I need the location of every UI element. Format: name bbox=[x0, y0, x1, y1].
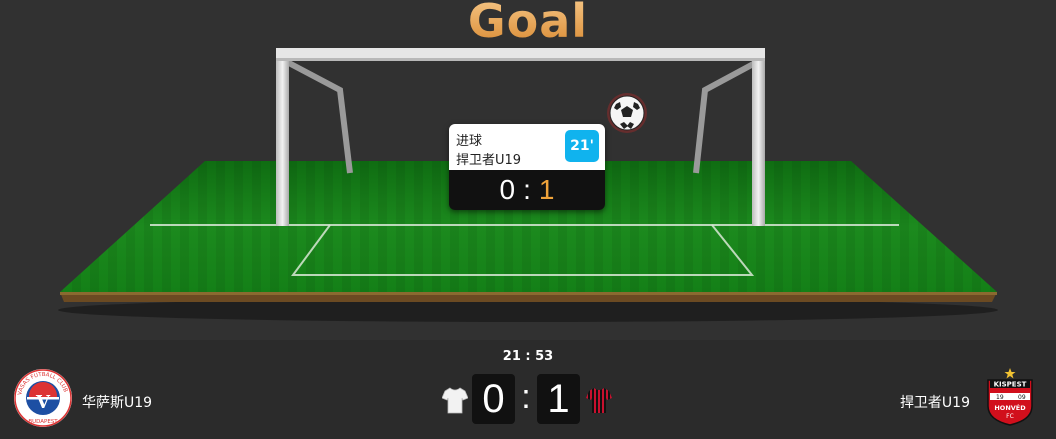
popup-score: 0 : 1 bbox=[449, 170, 605, 210]
away-team-logo: KISPEST 19 09 HONVÉD FC bbox=[984, 366, 1036, 426]
event-type-label: 进球 bbox=[456, 134, 483, 149]
score-separator: : bbox=[521, 378, 531, 416]
away-logo-name-text: HONVÉD bbox=[994, 403, 1026, 412]
red-black-striped-shirt-icon bbox=[586, 386, 612, 414]
goal-right-post bbox=[752, 48, 765, 226]
goal-event-popup: 进球 捍卫者U19 21' 0 : 1 bbox=[449, 124, 605, 210]
away-logo-year-right: 09 bbox=[1018, 394, 1026, 401]
popup-home-score: 0 bbox=[499, 174, 516, 205]
event-minute-badge: 21' bbox=[565, 130, 599, 162]
home-logo-letter: V bbox=[35, 392, 51, 413]
home-team-name: 华萨斯U19 bbox=[82, 395, 153, 411]
soccer-ball-icon bbox=[606, 92, 648, 134]
popup-score-separator: : bbox=[523, 174, 531, 205]
white-shirt-icon bbox=[441, 386, 469, 414]
away-logo-fc-text: FC bbox=[1006, 413, 1014, 420]
home-score: 0 bbox=[472, 374, 515, 424]
away-logo-top-text: KISPEST bbox=[994, 381, 1027, 389]
goal-title: Goal bbox=[0, 0, 1056, 48]
home-logo-city-text: BUDAPEST bbox=[28, 419, 58, 425]
goal-animation-stage: Goal 进球 捍卫者U19 21' 0 : 1 bbox=[0, 0, 1056, 340]
event-team-label: 捍卫者U19 bbox=[456, 153, 522, 168]
away-logo-year-left: 19 bbox=[996, 394, 1004, 401]
goal-left-post bbox=[276, 48, 289, 226]
scoreboard-bar: 21 : 53 VASAS FUTBALL CLUB BUDAPEST V 华萨… bbox=[0, 340, 1056, 439]
home-team-logo: VASAS FUTBALL CLUB BUDAPEST V bbox=[13, 368, 73, 428]
away-score: 1 bbox=[537, 374, 580, 424]
popup-away-score: 1 bbox=[538, 174, 555, 205]
away-team-name: 捍卫者U19 bbox=[899, 395, 970, 411]
match-clock: 21 : 53 bbox=[502, 349, 554, 364]
